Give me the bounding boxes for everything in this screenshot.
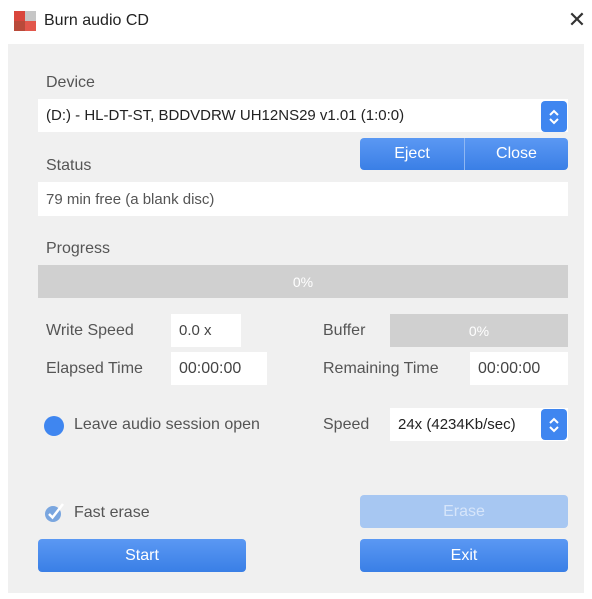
speed-select-value: 24x (4234Kb/sec) xyxy=(398,416,516,433)
close-icon[interactable]: ✕ xyxy=(566,9,588,31)
fast-erase-checkbox[interactable] xyxy=(44,501,66,523)
app-icon xyxy=(14,11,36,31)
elapsed-time-field: 00:00:00 xyxy=(171,352,267,385)
eject-button[interactable]: Eject xyxy=(360,138,464,170)
status-field: 79 min free (a blank disc) xyxy=(38,182,568,216)
write-speed-field: 0.0 x xyxy=(171,314,241,347)
device-spinner[interactable] xyxy=(541,101,567,132)
buffer-bar: 0% xyxy=(390,314,568,347)
updown-arrow-icon xyxy=(549,417,559,432)
buffer-label: Buffer xyxy=(323,322,366,339)
speed-label: Speed xyxy=(323,416,370,433)
device-select[interactable]: (D:) - HL-DT-ST, BDDVDRW UH12NS29 v1.01 … xyxy=(38,99,568,132)
write-speed-value: 0.0 x xyxy=(179,322,212,339)
status-label: Status xyxy=(46,157,92,174)
device-select-value: (D:) - HL-DT-ST, BDDVDRW UH12NS29 v1.01 … xyxy=(46,107,405,124)
leave-session-radio[interactable] xyxy=(44,416,64,436)
exit-button[interactable]: Exit xyxy=(360,539,568,572)
window-title: Burn audio CD xyxy=(44,12,149,29)
device-label: Device xyxy=(46,74,95,91)
progress-label: Progress xyxy=(46,240,111,257)
erase-button[interactable]: Erase xyxy=(360,495,568,528)
remaining-time-field: 00:00:00 xyxy=(470,352,568,385)
title-bar: Burn audio CD ✕ xyxy=(0,0,592,44)
start-button[interactable]: Start xyxy=(38,539,246,572)
elapsed-time-label: Elapsed Time xyxy=(46,360,143,377)
progress-bar: 0% xyxy=(38,265,568,298)
remaining-time-value: 00:00:00 xyxy=(478,359,541,377)
status-value: 79 min free (a blank disc) xyxy=(46,190,215,208)
updown-arrow-icon xyxy=(549,109,559,124)
buffer-percent: 0% xyxy=(468,322,490,339)
elapsed-time-value: 00:00:00 xyxy=(179,359,242,377)
speed-spinner[interactable] xyxy=(541,409,567,440)
remaining-time-label: Remaining Time xyxy=(323,360,439,377)
write-speed-label: Write Speed xyxy=(46,322,134,339)
leave-session-label: Leave audio session open xyxy=(74,416,260,433)
progress-percent: 0% xyxy=(292,273,314,290)
close-tray-button[interactable]: Close xyxy=(464,138,568,170)
fast-erase-label: Fast erase xyxy=(74,504,150,521)
burn-panel: Device (D:) - HL-DT-ST, BDDVDRW UH12NS29… xyxy=(8,44,584,593)
